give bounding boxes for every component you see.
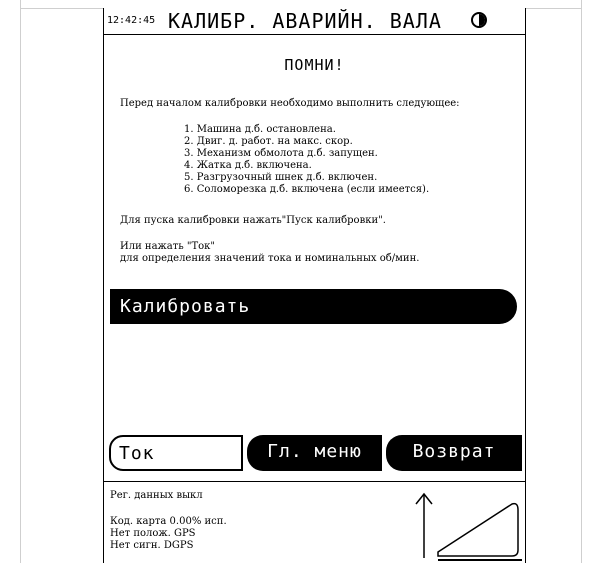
back-button[interactable]: Возврат bbox=[386, 435, 522, 471]
main-menu-button[interactable]: Гл. меню bbox=[247, 435, 382, 471]
up-arrow-icon bbox=[415, 492, 433, 558]
warning-heading: ПОМНИ! bbox=[284, 56, 345, 74]
dgps-signal-status: Нет сигн. DGPS bbox=[110, 540, 194, 551]
checklist: 1. Машина д.б. остановлена. 2. Двиг. д. … bbox=[184, 124, 429, 196]
status-panel: Рег. данных выкл Код. карта 0.00% исп. Н… bbox=[104, 481, 525, 564]
alt-hint-line-2: для определения значений тока и номиналь… bbox=[120, 253, 420, 264]
checklist-item: 2. Двиг. д. работ. на макс. скор. bbox=[184, 136, 353, 147]
slope-triangle-icon bbox=[437, 502, 522, 561]
start-hint: Для пуска калибровки нажать"Пуск калибро… bbox=[120, 215, 386, 226]
left-frame-line bbox=[20, 0, 21, 563]
clock: 12:42:45 bbox=[107, 15, 156, 26]
gps-position-status: Нет полож. GPS bbox=[110, 528, 196, 539]
map-code-status: Код. карта 0.00% исп. bbox=[110, 516, 227, 527]
current-button[interactable]: Ток bbox=[109, 435, 243, 471]
terminal-screen: 12:42:45 КАЛИБР. АВАРИЙН. ВАЛА ПОМНИ! Пе… bbox=[103, 8, 526, 563]
checklist-item: 6. Соломорезка д.б. включена (если имеет… bbox=[184, 184, 430, 195]
calibrate-button[interactable]: Калибровать bbox=[110, 289, 517, 324]
alt-hint-line-1: Или нажать "Ток" bbox=[120, 241, 215, 252]
contrast-icon[interactable] bbox=[471, 12, 487, 28]
page-title: КАЛИБР. АВАРИЙН. ВАЛА bbox=[168, 9, 442, 33]
intro-text: Перед началом калибровки необходимо выпо… bbox=[120, 98, 460, 109]
title-bar: 12:42:45 КАЛИБР. АВАРИЙН. ВАЛА bbox=[104, 8, 525, 35]
checklist-item: 4. Жатка д.б. включена. bbox=[184, 160, 312, 171]
logging-status: Рег. данных выкл bbox=[110, 490, 203, 501]
right-frame-line bbox=[581, 0, 582, 563]
checklist-item: 5. Разгрузочный шнек д.б. включен. bbox=[184, 172, 378, 183]
checklist-item: 1. Машина д.б. остановлена. bbox=[184, 124, 336, 135]
checklist-item: 3. Механизм обмолота д.б. запущен. bbox=[184, 148, 378, 159]
